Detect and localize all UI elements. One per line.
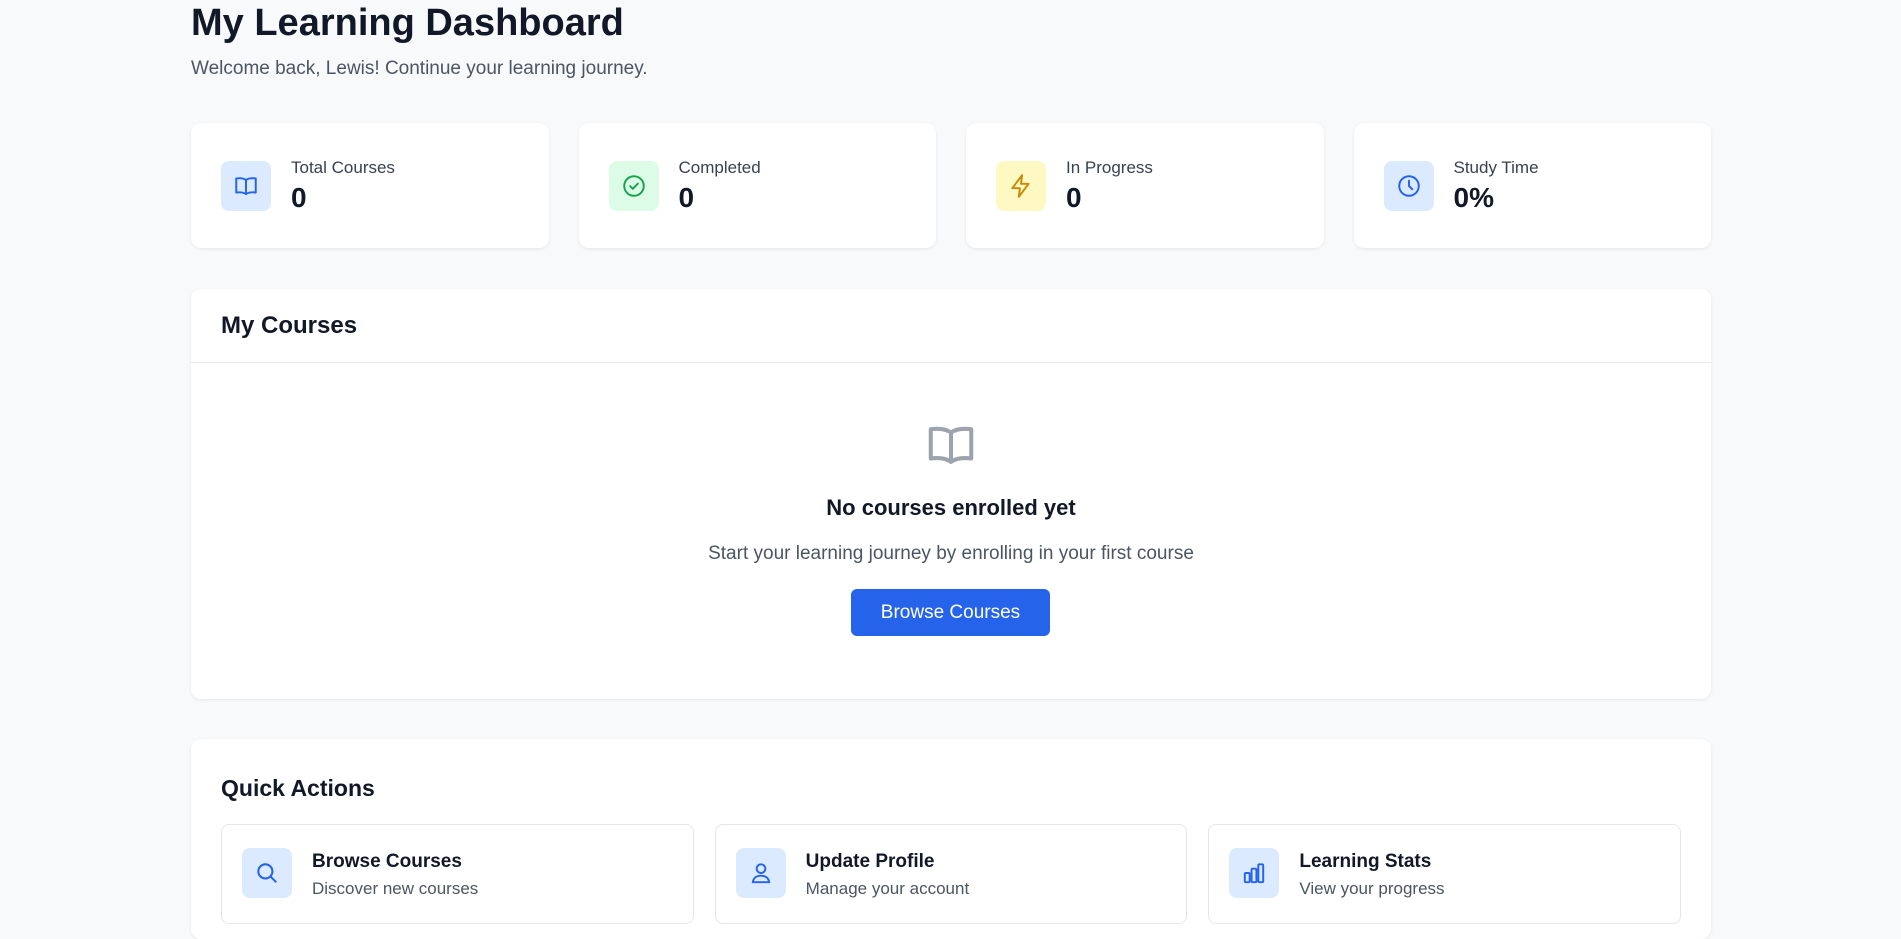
- quick-action-description: Discover new courses: [312, 879, 479, 898]
- quick-action-learning-stats[interactable]: Learning Stats View your progress: [1208, 824, 1682, 924]
- my-courses-header: My Courses: [191, 289, 1711, 363]
- stat-label: Completed: [678, 157, 761, 177]
- stat-value: 0: [678, 181, 695, 213]
- empty-state: No courses enrolled yet Start your learn…: [191, 363, 1711, 699]
- check-circle-icon: [608, 160, 659, 211]
- book-icon: [221, 160, 271, 211]
- quick-action-title: Learning Stats: [1299, 851, 1432, 872]
- quick-actions-panel: Quick Actions Browse Courses Discover ne…: [191, 739, 1711, 939]
- quick-action-description: Manage your account: [805, 879, 970, 898]
- page-title: My Learning Dashboard: [191, 2, 624, 44]
- stat-label: Study Time: [1453, 157, 1539, 177]
- quick-action-update-profile[interactable]: Update Profile Manage your account: [714, 824, 1188, 924]
- stat-card-completed: Completed 0: [578, 123, 936, 248]
- empty-state-title: No courses enrolled yet: [826, 495, 1076, 520]
- search-icon: [242, 848, 292, 898]
- quick-action-title: Update Profile: [805, 851, 935, 872]
- my-courses-title: My Courses: [221, 311, 358, 339]
- my-courses-panel: My Courses No courses enrolled yet Start…: [191, 289, 1711, 699]
- user-icon: [735, 848, 786, 898]
- stat-card-total-courses: Total Courses 0: [191, 123, 549, 248]
- stat-value: 0%: [1453, 181, 1494, 213]
- stat-value: 0: [291, 181, 307, 213]
- bar-chart-icon: [1229, 848, 1280, 898]
- book-icon: [924, 418, 978, 472]
- quick-action-title: Browse Courses: [312, 851, 462, 872]
- lightning-icon: [996, 160, 1046, 211]
- empty-state-description: Start your learning journey by enrolling…: [708, 543, 1194, 564]
- quick-action-description: View your progress: [1299, 879, 1445, 898]
- clock-icon: [1383, 160, 1434, 211]
- quick-action-browse-courses[interactable]: Browse Courses Discover new courses: [221, 824, 694, 924]
- stat-label: Total Courses: [291, 157, 395, 177]
- quick-actions-title: Quick Actions: [221, 775, 375, 801]
- stats-row: Total Courses 0 Completed 0 In Progress …: [191, 123, 1711, 248]
- stat-label: In Progress: [1066, 157, 1153, 177]
- stat-value: 0: [1066, 181, 1082, 213]
- page-subtitle: Welcome back, Lewis! Continue your learn…: [191, 58, 648, 79]
- stat-card-in-progress: In Progress 0: [966, 123, 1324, 248]
- stat-card-study-time: Study Time 0%: [1353, 123, 1711, 248]
- browse-courses-button[interactable]: Browse Courses: [851, 589, 1050, 636]
- quick-actions-grid: Browse Courses Discover new courses Upda…: [221, 824, 1682, 924]
